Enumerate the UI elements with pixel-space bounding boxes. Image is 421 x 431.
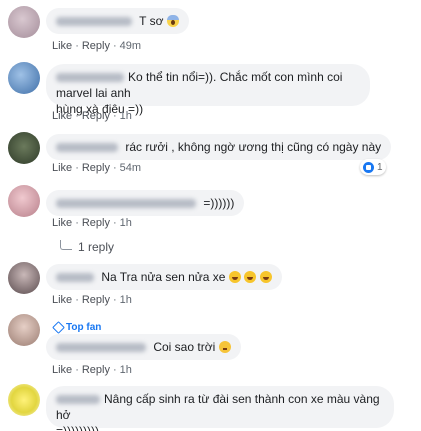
comment-bubble: rác rưởi , không ngờ ương thị cũng có ng… [46, 134, 392, 160]
like-link[interactable]: Like [52, 40, 72, 52]
author-name[interactable] [56, 199, 196, 209]
face-emoji-icon [218, 341, 231, 353]
reply-link[interactable]: Reply [82, 294, 110, 306]
author-name[interactable] [56, 343, 146, 353]
view-replies-link[interactable]: 1 reply [60, 240, 114, 254]
like-link[interactable]: Like [52, 217, 72, 229]
replies-count-label[interactable]: 1 reply [78, 240, 114, 254]
avatar[interactable] [8, 384, 40, 416]
reaction-count: 1 [377, 161, 383, 173]
author-name[interactable] [56, 395, 100, 405]
avatar[interactable] [8, 314, 40, 346]
author-name[interactable] [56, 273, 94, 283]
comment-bubble: Coi sao trời [46, 334, 241, 360]
reply-link[interactable]: Reply [82, 40, 110, 52]
comment-text: rác rưởi , không ngờ ương thị cũng có ng… [125, 140, 382, 154]
author-name[interactable] [56, 73, 124, 83]
comment-bubble: T sơ [46, 8, 189, 34]
like-link[interactable]: Like [52, 162, 72, 174]
reply-link[interactable]: Reply [82, 162, 110, 174]
laughing-emoji-icon [259, 271, 272, 283]
comment-text: T sơ [139, 14, 164, 28]
timestamp[interactable]: 54m [120, 162, 141, 174]
reaction-summary[interactable]: 1 [360, 159, 386, 175]
comment-actions: Like · Reply · 1h [52, 364, 132, 376]
top-fan-icon [52, 321, 65, 334]
timestamp[interactable]: 1h [120, 364, 132, 376]
comment-actions: Like · Reply · 1h [52, 294, 132, 306]
timestamp[interactable]: 1h [120, 217, 132, 229]
comment-text-line1: Nâng cấp sinh ra từ đài sen thành con xe… [56, 392, 380, 422]
comment-bubble: Nâng cấp sinh ra từ đài sen thành con xe… [46, 386, 394, 431]
avatar[interactable] [8, 262, 40, 294]
like-link[interactable]: Like [52, 110, 72, 122]
laughing-emoji-icon [244, 271, 257, 283]
like-link[interactable]: Like [52, 364, 72, 376]
reply-arrow-icon [60, 240, 72, 250]
comment-actions: Like · Reply · 1h [52, 110, 132, 122]
scream-emoji-icon [166, 15, 179, 27]
comment-bubble: =)))))) [46, 190, 245, 216]
comment-bubble: Na Tra nửa sen nửa xe [46, 264, 282, 290]
timestamp[interactable]: 1h [120, 294, 132, 306]
avatar[interactable] [8, 185, 40, 217]
like-link[interactable]: Like [52, 294, 72, 306]
avatar[interactable] [8, 132, 40, 164]
reply-link[interactable]: Reply [82, 217, 110, 229]
author-name[interactable] [56, 17, 132, 27]
reply-link[interactable]: Reply [82, 364, 110, 376]
comment-actions: Like · Reply · 49m [52, 40, 142, 52]
laughing-emoji-icon [228, 271, 241, 283]
reply-link[interactable]: Reply [82, 110, 110, 122]
like-reaction-icon [363, 161, 374, 173]
top-fan-badge: Top fan [52, 321, 102, 334]
comment-text: Coi sao trời [153, 340, 216, 354]
timestamp[interactable]: 1h [120, 110, 132, 122]
avatar[interactable] [8, 62, 40, 94]
author-name[interactable] [56, 143, 118, 153]
comment-text-line2: =))))))))) [56, 424, 99, 431]
comment-text: Na Tra nửa sen nửa xe [101, 270, 226, 284]
timestamp[interactable]: 49m [120, 40, 141, 52]
comment-actions: Like · Reply · 1h [52, 217, 132, 229]
comment-bubble: Ko thể tin nổi=)). Chắc mốt con mình coi… [46, 64, 370, 116]
top-fan-label: Top fan [66, 322, 102, 333]
avatar[interactable] [8, 6, 40, 38]
comment-text: =)))))) [203, 196, 235, 210]
comment-actions: Like · Reply · 54m [52, 162, 142, 174]
